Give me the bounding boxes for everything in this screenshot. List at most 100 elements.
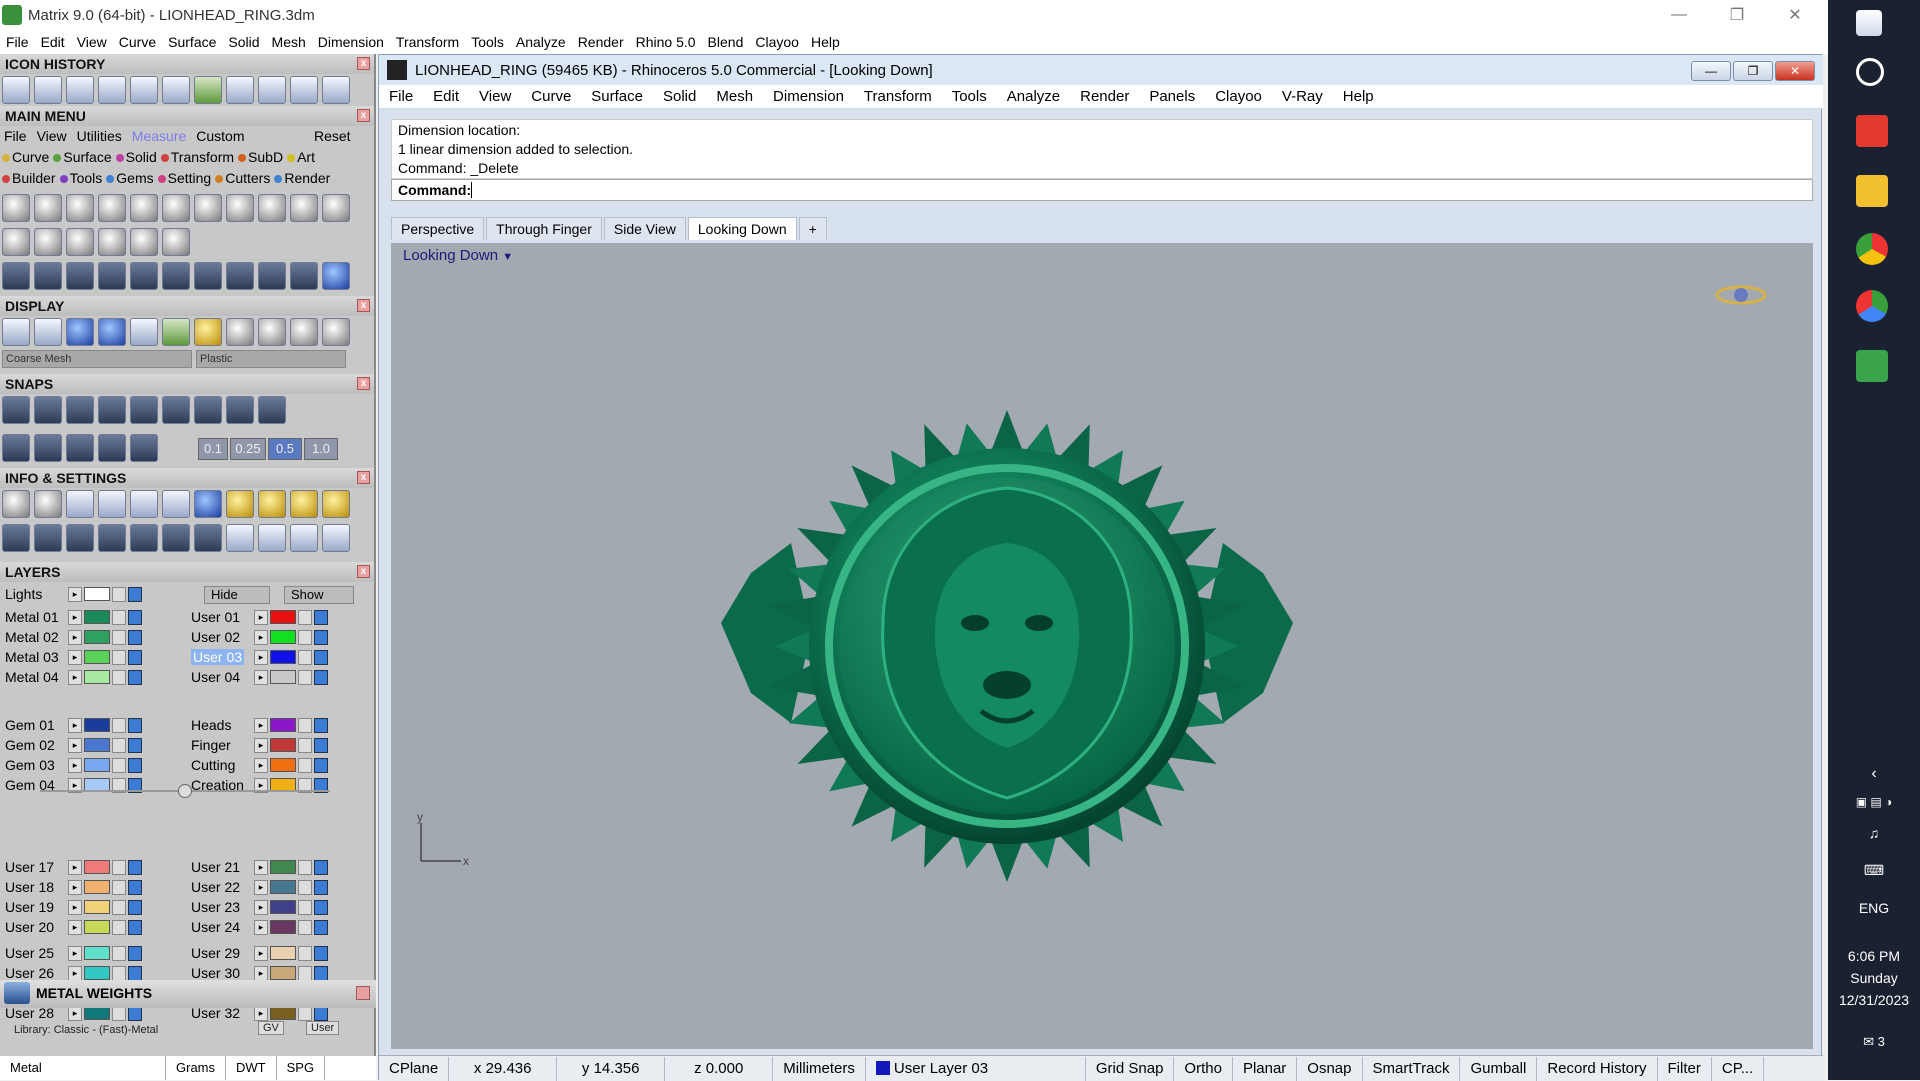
splitter-handle-icon[interactable] [178, 784, 192, 798]
visibility-icon[interactable] [314, 965, 328, 981]
dimension-tool-icon[interactable] [34, 194, 62, 222]
transform-tool-icon[interactable] [2, 262, 30, 290]
expand-arrow-icon[interactable]: ▸ [254, 859, 268, 875]
category-builder[interactable]: Builder [2, 170, 56, 186]
main-menu-item-file[interactable]: File [4, 128, 27, 144]
rhino-menu-curve[interactable]: Curve [521, 88, 581, 105]
visibility-icon[interactable] [128, 919, 142, 935]
chrome-icon[interactable] [1856, 233, 1888, 265]
lock-icon[interactable] [112, 965, 126, 981]
command-input[interactable]: Command: [391, 179, 1813, 201]
xray-icon[interactable] [130, 318, 158, 346]
category-transform[interactable]: Transform [160, 149, 234, 165]
grid-icon[interactable] [2, 434, 30, 462]
layer-color-swatch[interactable] [270, 1006, 296, 1020]
lock-icon[interactable] [298, 757, 312, 773]
gold-material-icon[interactable] [194, 318, 222, 346]
layer-row[interactable]: User 29 ▸ [186, 944, 330, 962]
layer-color-swatch[interactable] [270, 758, 296, 772]
rendered-icon[interactable] [66, 318, 94, 346]
rhino-menu-help[interactable]: Help [1333, 88, 1384, 105]
navigation-compass-icon[interactable] [1715, 285, 1767, 305]
language-indicator[interactable]: ENG [1828, 900, 1920, 916]
layer-row[interactable]: User 01 ▸ [186, 608, 330, 626]
layer-color-swatch[interactable] [84, 966, 110, 980]
dimension-tool-icon[interactable] [2, 194, 30, 222]
lock-icon[interactable] [298, 919, 312, 935]
layer-row[interactable]: Gem 02 ▸ [0, 736, 144, 754]
category-cutters[interactable]: Cutters [215, 170, 270, 186]
dimension-tool-icon[interactable] [322, 194, 350, 222]
close-icon[interactable] [356, 986, 370, 1000]
lock-icon[interactable] [298, 629, 312, 645]
material-select[interactable]: Plastic [196, 350, 346, 368]
main-menu-item-measure[interactable]: Measure [132, 128, 186, 144]
lock-icon[interactable] [298, 669, 312, 685]
rhino-menu-clayoo[interactable]: Clayoo [1205, 88, 1272, 105]
expand-arrow-icon[interactable]: ▸ [68, 669, 82, 685]
reset-button[interactable]: Reset [314, 128, 351, 144]
menu-item-surface[interactable]: Surface [162, 34, 222, 50]
close-icon[interactable]: x [357, 299, 370, 312]
lock-icon[interactable] [112, 879, 126, 895]
layer-color-swatch[interactable] [270, 718, 296, 732]
expand-arrow-icon[interactable]: ▸ [254, 737, 268, 753]
move-icon[interactable] [130, 262, 158, 290]
lock-icon[interactable] [112, 609, 126, 625]
status-cplane[interactable]: CPlane [379, 1056, 450, 1081]
category-art[interactable]: Art [287, 149, 315, 165]
layer-row[interactable]: Metal 01 ▸ [0, 608, 144, 626]
layer-color-swatch[interactable] [84, 610, 110, 624]
visibility-icon[interactable] [128, 649, 142, 665]
visibility-icon[interactable] [314, 717, 328, 733]
info-tool-icon[interactable] [290, 524, 318, 552]
expand-arrow-icon[interactable]: ▸ [68, 899, 82, 915]
info-tool-icon[interactable] [258, 524, 286, 552]
wireframe-icon[interactable] [2, 318, 30, 346]
status-toggle-cp-[interactable]: CP... [1712, 1056, 1765, 1081]
layer-color-swatch[interactable] [84, 630, 110, 644]
visibility-icon[interactable] [314, 757, 328, 773]
mw-tab-grams[interactable]: Grams [166, 1056, 226, 1080]
dimension-tool-icon[interactable] [194, 194, 222, 222]
expand-arrow-icon[interactable]: ▸ [254, 899, 268, 915]
close-icon[interactable]: x [357, 565, 370, 578]
layer-color-swatch[interactable] [270, 880, 296, 894]
category-setting[interactable]: Setting [157, 170, 211, 186]
hide-button[interactable]: Hide [204, 586, 270, 604]
layer-row[interactable]: Metal 03 ▸ [0, 648, 144, 666]
visibility-icon[interactable] [128, 757, 142, 773]
material-icon[interactable] [290, 318, 318, 346]
expand-arrow-icon[interactable]: ▸ [254, 919, 268, 935]
category-curve[interactable]: Curve [2, 149, 49, 165]
lights-layer-row[interactable]: Lights ▸ [0, 585, 144, 603]
menu-item-tools[interactable]: Tools [465, 34, 510, 50]
expand-arrow-icon[interactable]: ▸ [254, 879, 268, 895]
main-menu-item-view[interactable]: View [37, 128, 67, 144]
status-toggle-gumball[interactable]: Gumball [1460, 1056, 1538, 1081]
dimension-tool-icon[interactable] [98, 228, 126, 256]
restore-button[interactable]: ❐ [1708, 0, 1766, 30]
expand-arrow-icon[interactable]: ▸ [254, 757, 268, 773]
expand-arrow-icon[interactable]: ▸ [254, 629, 268, 645]
layer-row[interactable]: User 24 ▸ [186, 918, 330, 936]
material-icon[interactable] [322, 318, 350, 346]
grid-value-button[interactable]: 0.5 [268, 438, 302, 460]
notification-icon[interactable]: ✉ 3 [1828, 1034, 1920, 1050]
mw-tab-dwt[interactable]: DWT [226, 1056, 277, 1080]
app-red-icon[interactable] [1856, 115, 1888, 147]
info-tool-icon[interactable] [194, 524, 222, 552]
expand-arrow-icon[interactable]: ▸ [254, 609, 268, 625]
expand-arrow-icon[interactable]: ▸ [68, 717, 82, 733]
visibility-icon[interactable] [128, 629, 142, 645]
forward-arrow-icon[interactable] [322, 76, 350, 104]
visibility-icon[interactable] [314, 879, 328, 895]
expand-arrow-icon[interactable]: ▸ [68, 649, 82, 665]
lock-icon[interactable] [112, 669, 126, 685]
visibility-icon[interactable] [128, 965, 142, 981]
mw-tab-spg[interactable]: SPG [277, 1056, 326, 1080]
expand-arrow-icon[interactable]: ▸ [68, 965, 82, 981]
visibility-icon[interactable] [314, 859, 328, 875]
visibility-icon[interactable] [128, 669, 142, 685]
layer-color-swatch[interactable] [270, 738, 296, 752]
